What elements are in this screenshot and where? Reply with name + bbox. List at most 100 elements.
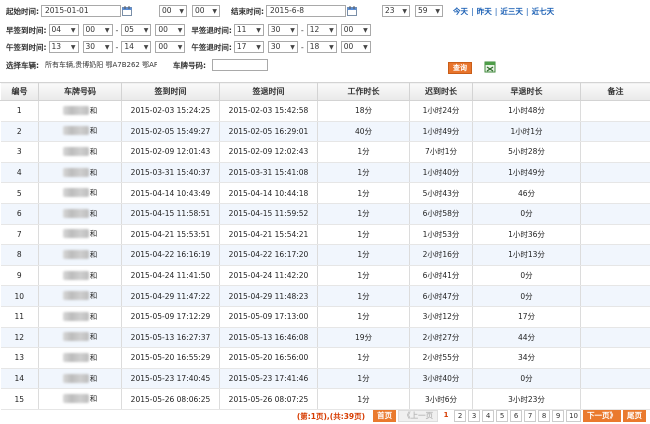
table-row[interactable]: 3 和 2015-02-09 12:01:43 2015-02-09 12:02:43… [0, 141, 650, 163]
col-header-checkout[interactable]: 签退时间 [219, 82, 318, 101]
col-header-checkin[interactable]: 签到时间 [121, 82, 220, 101]
table-row[interactable]: 2 和 2015-02-05 15:49:27 2015-02-05 16:29:01… [0, 121, 650, 143]
noon-checkin-end-hour[interactable]: 14 ▼ [121, 41, 152, 53]
early-checkout-start-minute[interactable]: 30 ▼ [267, 24, 298, 36]
table-row[interactable]: 15 和 2015-05-26 08:06:25 2015-05-26 08:07:2… [0, 388, 650, 410]
table-row[interactable]: 8 和 2015-04-22 16:16:19 2015-04-22 16:17:20… [0, 244, 650, 266]
page-number-8[interactable]: 8 [538, 410, 551, 422]
cell-early-duration: 0分 [472, 285, 581, 307]
cell-no: 2 [0, 121, 39, 143]
range-dash: - [300, 42, 304, 52]
cell-note [580, 244, 650, 266]
plate-input[interactable] [212, 59, 268, 71]
page-number-9[interactable]: 9 [552, 410, 565, 422]
col-header-early-duration[interactable]: 早退时长 [472, 82, 581, 101]
noon-checkout-end-hour[interactable]: 18 ▼ [306, 41, 337, 53]
cell-no: 13 [0, 347, 39, 369]
page-number-4[interactable]: 4 [482, 410, 495, 422]
page-number-3[interactable]: 3 [468, 410, 481, 422]
cell-checkin: 2015-05-09 17:12:29 [121, 306, 220, 328]
redacted-plate-mask [62, 373, 89, 383]
noon-checkin-start-minute[interactable]: 30 ▼ [82, 41, 113, 53]
col-header-plate[interactable]: 车牌号码 [38, 82, 122, 101]
cell-no: 1 [0, 100, 39, 122]
cell-note [580, 182, 650, 204]
early-checkout-label: 早签退时间: [191, 25, 232, 35]
page-number-10[interactable]: 10 [566, 410, 581, 422]
early-checkin-start-hour[interactable]: 04 ▼ [48, 24, 79, 36]
page-number-1[interactable]: 1 [440, 410, 453, 422]
cell-plate: 和 [38, 306, 122, 328]
start-date-input[interactable]: 2015-01-01 [41, 5, 121, 17]
start-hour-select[interactable]: 00 ▼ [159, 5, 187, 17]
cell-note [580, 368, 650, 390]
table-row[interactable]: 6 和 2015-04-15 11:58:51 2015-04-15 11:59:52… [0, 203, 650, 225]
cell-work-duration: 1分 [317, 244, 410, 266]
end-hour-select[interactable]: 23 ▼ [382, 5, 410, 17]
table-row[interactable]: 13 和 2015-05-20 16:55:29 2015-05-20 16:56:0… [0, 347, 650, 369]
cell-work-duration: 1分 [317, 265, 410, 287]
early-checkin-start-minute[interactable]: 00 ▼ [82, 24, 113, 36]
early-checkin-end-hour[interactable]: 05 ▼ [121, 24, 152, 36]
cell-note [580, 203, 650, 225]
noon-checkin-end-minute[interactable]: 00 ▼ [155, 41, 186, 53]
early-checkout-end-hour[interactable]: 12 ▼ [306, 24, 337, 36]
table-row[interactable]: 9 和 2015-04-24 11:41:50 2015-04-24 11:42:20… [0, 265, 650, 287]
cell-checkout: 2015-04-21 15:54:21 [219, 224, 318, 246]
cell-plate: 和 [38, 121, 122, 143]
noon-checkout-start-minute[interactable]: 30 ▼ [267, 41, 298, 53]
table-row[interactable]: 4 和 2015-03-31 15:40:37 2015-03-31 15:41:08… [0, 162, 650, 184]
calendar-icon[interactable] [122, 6, 132, 16]
excel-export-icon[interactable] [484, 61, 496, 73]
next-page-button[interactable]: 下一页》 [583, 410, 621, 422]
noon-checkin-start-hour[interactable]: 13 ▼ [48, 41, 79, 53]
page-number-7[interactable]: 7 [524, 410, 537, 422]
search-button[interactable]: 查询 [448, 62, 472, 74]
first-page-button[interactable]: 首页 [373, 410, 397, 422]
cell-early-duration: 0分 [472, 265, 581, 287]
page-number-2[interactable]: 2 [454, 410, 467, 422]
noon-checkout-start-hour[interactable]: 17 ▼ [233, 41, 264, 53]
early-checkout-start-hour[interactable]: 11 ▼ [233, 24, 264, 36]
table-row[interactable]: 14 和 2015-05-23 17:40:45 2015-05-23 17:41:4… [0, 368, 650, 390]
quick-link-7days[interactable]: 近七天 [532, 7, 555, 16]
quick-link-yesterday[interactable]: 昨天 [477, 7, 492, 16]
calendar-icon[interactable] [347, 6, 357, 16]
cell-early-duration: 0分 [472, 203, 581, 225]
cell-no: 6 [0, 203, 39, 225]
cell-early-duration: 1小时13分 [472, 244, 581, 266]
end-date-input[interactable]: 2015-6-8 [266, 5, 346, 17]
col-header-no[interactable]: 编号 [0, 82, 39, 101]
cell-late-duration: 7小时1分 [409, 141, 473, 163]
redacted-plate-mask [62, 188, 89, 198]
cell-note [580, 224, 650, 246]
cell-early-duration: 46分 [472, 182, 581, 204]
last-page-button[interactable]: 尾页 [623, 410, 646, 422]
end-minute-select[interactable]: 59 ▼ [415, 5, 443, 17]
noon-checkout-end-minute[interactable]: 00 ▼ [340, 41, 371, 53]
col-header-late-duration[interactable]: 迟到时长 [409, 82, 473, 101]
page-number-5[interactable]: 5 [496, 410, 509, 422]
prev-page-button[interactable]: 《上一页 [398, 410, 439, 422]
table-row[interactable]: 5 和 2015-04-14 10:43:49 2015-04-14 10:44:18… [0, 182, 650, 204]
table-row[interactable]: 10 和 2015-04-29 11:47:22 2015-04-29 11:48:2… [0, 285, 650, 307]
table-row[interactable]: 1 和 2015-02-03 15:24:25 2015-02-03 15:42:58… [0, 100, 650, 122]
table-row[interactable]: 7 和 2015-04-21 15:53:51 2015-04-21 15:54:21… [0, 224, 650, 246]
page-number-6[interactable]: 6 [510, 410, 523, 422]
cell-work-duration: 1分 [317, 368, 410, 390]
col-header-note[interactable]: 备注 [580, 82, 650, 101]
early-checkin-end-minute[interactable]: 00 ▼ [155, 24, 186, 36]
cell-checkout: 2015-02-03 15:42:58 [219, 100, 318, 122]
col-header-work-duration[interactable]: 工作时长 [317, 82, 410, 101]
cell-late-duration: 2小时55分 [409, 347, 473, 369]
start-minute-select[interactable]: 00 ▼ [192, 5, 220, 17]
quick-link-3days[interactable]: 近三天 [500, 7, 523, 16]
early-checkout-end-minute[interactable]: 00 ▼ [340, 24, 371, 36]
pagination: (第:1页),(共:39页) 首页 《上一页 1 2 3 4 5 6 7 8 9 10 下一页》 … [297, 410, 646, 422]
table-row[interactable]: 11 和 2015-05-09 17:12:29 2015-05-09 17:13:0… [0, 306, 650, 328]
table-row[interactable]: 12 和 2015-05-13 16:27:37 2015-05-13 16:46:0… [0, 327, 650, 349]
range-dash: - [115, 42, 119, 52]
cell-note [580, 347, 650, 369]
vehicle-select-value[interactable]: 所有车辆,贵博奶阳 鄂A7B262 鄂AF [45, 60, 157, 70]
quick-link-today[interactable]: 今天 [453, 7, 468, 16]
